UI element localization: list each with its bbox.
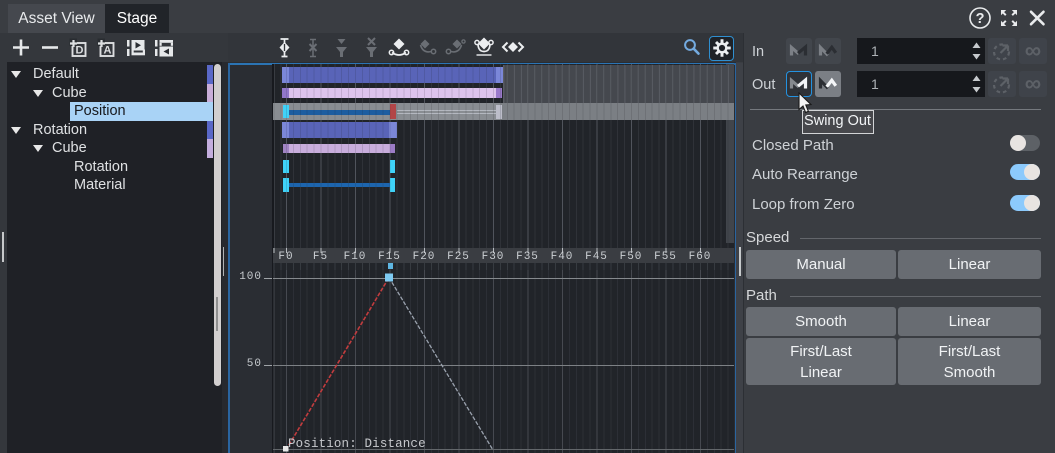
svg-text:?: ? bbox=[976, 11, 985, 27]
svg-text:A: A bbox=[104, 45, 112, 57]
svg-text:D: D bbox=[76, 45, 84, 57]
